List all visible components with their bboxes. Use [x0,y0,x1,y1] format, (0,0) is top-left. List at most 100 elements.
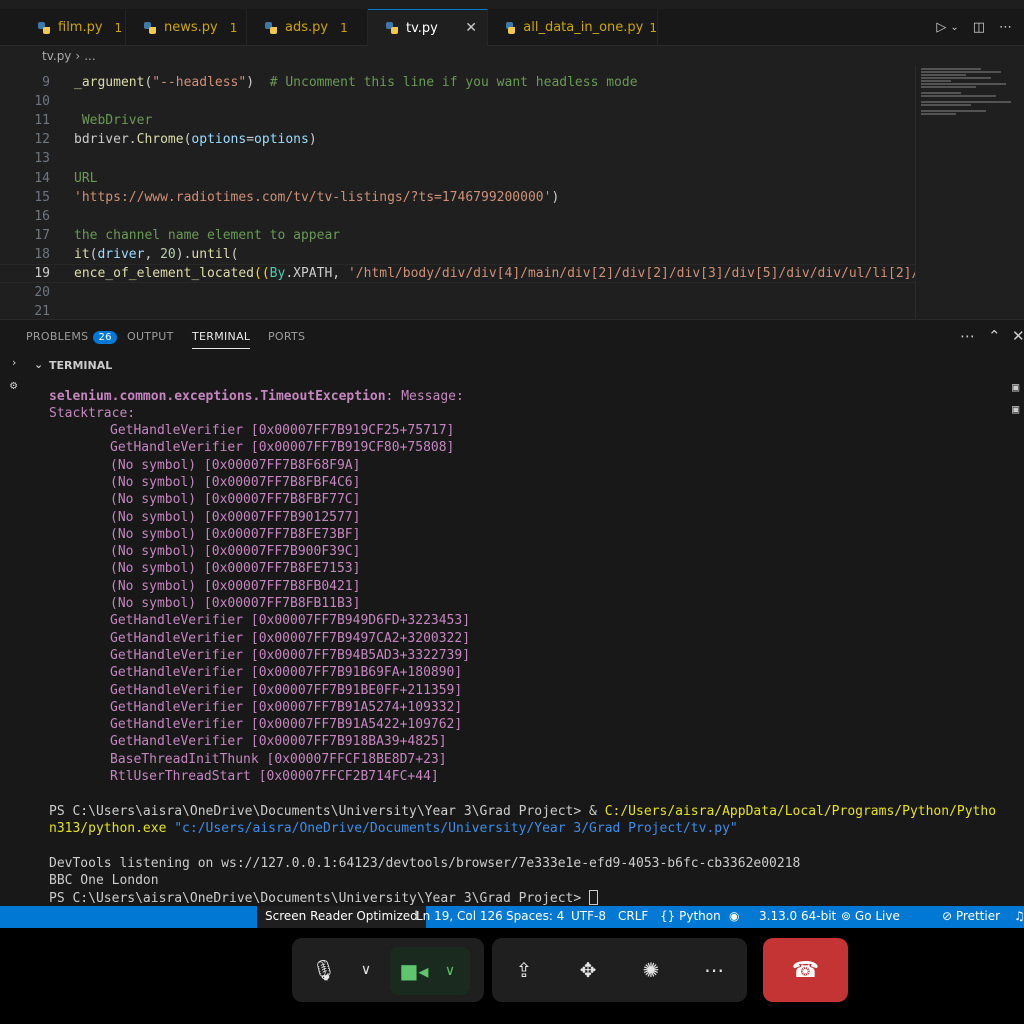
breadcrumb-more[interactable]: ... [84,49,95,63]
stack-frame: (No symbol) [0x00007FF7B8FE73BF] [110,526,361,542]
minimap-line [921,110,986,112]
python-file-icon [38,21,50,34]
minimap-line [921,83,1006,85]
terminal-instance-icon[interactable]: ▣ [1012,402,1019,416]
more-actions-icon[interactable]: ⋯ [999,20,1012,35]
screen-reader-mode[interactable]: Screen Reader Optimized [257,906,426,928]
exception-line: selenium.common.exceptions.TimeoutExcept… [49,389,464,404]
close-icon[interactable]: ✕ [465,20,477,36]
python-interpreter[interactable]: 3.13.0 64-bit [759,909,836,923]
devtools-line: DevTools listening on ws://127.0.0.1:641… [49,856,801,871]
terminal-prompt[interactable]: PS C:\Users\aisra\OneDrive\Documents\Uni… [49,890,599,906]
tab-news-py[interactable]: news.py 1 [126,9,247,46]
breadcrumb: tv.py › ... [0,46,1024,66]
breadcrumb-file[interactable]: tv.py [42,49,71,63]
script-output: BBC One London [49,873,159,888]
copilot-icon[interactable]: ◉ [729,909,739,923]
tab-tv-py[interactable]: tv.py ✕ [368,9,488,46]
stack-frame: (No symbol) [0x00007FF7B8F68F9A] [110,457,361,473]
stack-frame: (No symbol) [0x00007FF7B8FB0421] [110,578,361,594]
line-number: 18 [34,246,50,262]
chevron-right-icon[interactable]: › [12,356,16,369]
terminal-header-label: TERMINAL [49,359,113,372]
stack-frame: GetHandleVerifier [0x00007FF7B9497CA2+32… [110,630,471,646]
tab-terminal[interactable]: TERMINAL [192,330,251,349]
indentation[interactable]: Spaces: 4 [506,909,564,923]
minimap-line [921,77,991,79]
tab-ports[interactable]: PORTS [268,330,305,343]
status-bar: Screen Reader Optimized Ln 19, Col 126 S… [0,906,1024,928]
encoding[interactable]: UTF-8 [571,909,606,923]
camera-toggle[interactable]: ■◂ ∨ [390,947,470,995]
python-file-icon [265,21,277,34]
chevron-down-icon[interactable]: ⌄ [950,22,958,33]
share-screen-icon[interactable]: ⇪ [502,948,546,992]
line-number: 21 [34,304,50,318]
call-controls: 🎙 ∨ ■◂ ∨ ⇪ ✥ ✺ ⋯ ☎ [0,928,1024,1024]
tab-output[interactable]: OUTPUT [127,330,174,343]
tab-label: news.py [164,20,218,35]
split-editor-icon[interactable]: ◫ [973,20,985,35]
av-controls: 🎙 ∨ ■◂ ∨ [292,938,484,1002]
code-line: it(driver, 20).until( [74,246,239,262]
chevron-up-icon[interactable]: ⌃ [988,327,1001,345]
terminal-instance-icon[interactable]: ▣ [1012,380,1019,394]
line-number: 13 [34,151,50,167]
minimap-line [921,113,956,115]
go-live[interactable]: ⊚ Go Live [841,909,900,923]
stack-frame: GetHandleVerifier [0x00007FF7B949D6FD+32… [110,613,471,629]
tab-label: tv.py [406,20,438,36]
line-endings[interactable]: CRLF [618,909,648,923]
tab-label: film.py [58,20,103,35]
minimap[interactable] [915,66,1024,318]
prettier[interactable]: ⊘ Prettier [942,909,1000,923]
more-icon[interactable]: ⋯ [692,948,736,992]
tab-problem-count: 1 [649,20,657,35]
minimap-line [921,71,1001,73]
stack-frame: (No symbol) [0x00007FF7B8FBF77C] [110,492,361,508]
terminal-debug-icon[interactable]: ⚙ [10,378,17,392]
minimap-line [921,104,971,106]
tab-ads-py[interactable]: ads.py 1 [247,9,368,46]
editor-actions: ▷ ⌄ ◫ ⋯ [936,9,1024,46]
stack-frame: GetHandleVerifier [0x00007FF7B91BE0FF+21… [110,682,463,698]
end-call-button[interactable]: ☎ [763,938,848,1002]
tab-problem-count: 1 [229,20,238,35]
code-line: WebDriver [74,113,153,129]
code-line: bdriver.Chrome(options=options) [74,132,317,148]
chevron-down-icon[interactable]: ∨ [344,948,388,992]
tab-film-py[interactable]: film.py 1 [20,9,126,46]
hang-up-icon: ☎ [791,957,820,983]
python-file-icon [26,51,36,61]
minimap-line [921,68,981,70]
tab-all-data-in-one-py[interactable]: all_data_in_one.py 1 [488,9,658,46]
line-number: 19 [34,266,50,281]
ps-command-line-2: n313/python.exe "c:/Users/aisra/OneDrive… [49,821,738,836]
more-icon[interactable]: ⋯ [960,327,975,345]
stack-frame: BaseThreadInitThunk [0x00007FFCF18BE8D7+… [110,751,447,767]
cursor-position[interactable]: Ln 19, Col 126 [416,909,503,923]
code-editor[interactable]: 9 _argument("--headless") # Uncomment thi… [0,66,1024,318]
line-number: 12 [34,132,50,148]
line-number: 11 [34,113,50,129]
microphone-icon[interactable]: 🎙 [302,948,346,992]
chevron-down-icon[interactable]: ∨ [428,949,472,993]
meeting-actions: ⇪ ✥ ✺ ⋯ [492,938,747,1002]
problems-badge: 26 [93,331,117,344]
stack-frame: (No symbol) [0x00007FF7B9012577] [110,509,361,525]
stack-frame: GetHandleVerifier [0x00007FF7B919CF25+75… [110,423,455,438]
stack-frame: (No symbol) [0x00007FF7B8FE7153] [110,561,361,577]
chevron-down-icon[interactable]: ⌄ [34,358,43,371]
line-number: 14 [34,170,50,186]
reactions-icon[interactable]: ✺ [629,948,673,992]
gamepad-icon[interactable]: ✥ [566,948,610,992]
run-icon[interactable]: ▷ [936,20,946,35]
stack-frame: GetHandleVerifier [0x00007FF7B919CF80+75… [110,440,455,456]
notifications-icon[interactable]: ♫ [1014,909,1024,923]
terminal-output[interactable]: ⚙ ▣ ▣ selenium.common.exceptions.Timeout… [0,376,1024,906]
language-mode[interactable]: {} Python [660,909,721,923]
close-panel-icon[interactable]: ✕ [1012,327,1024,345]
tab-problems[interactable]: PROBLEMS 26 [26,330,117,344]
terminal-cursor [589,890,599,905]
line-number: 20 [34,285,50,301]
